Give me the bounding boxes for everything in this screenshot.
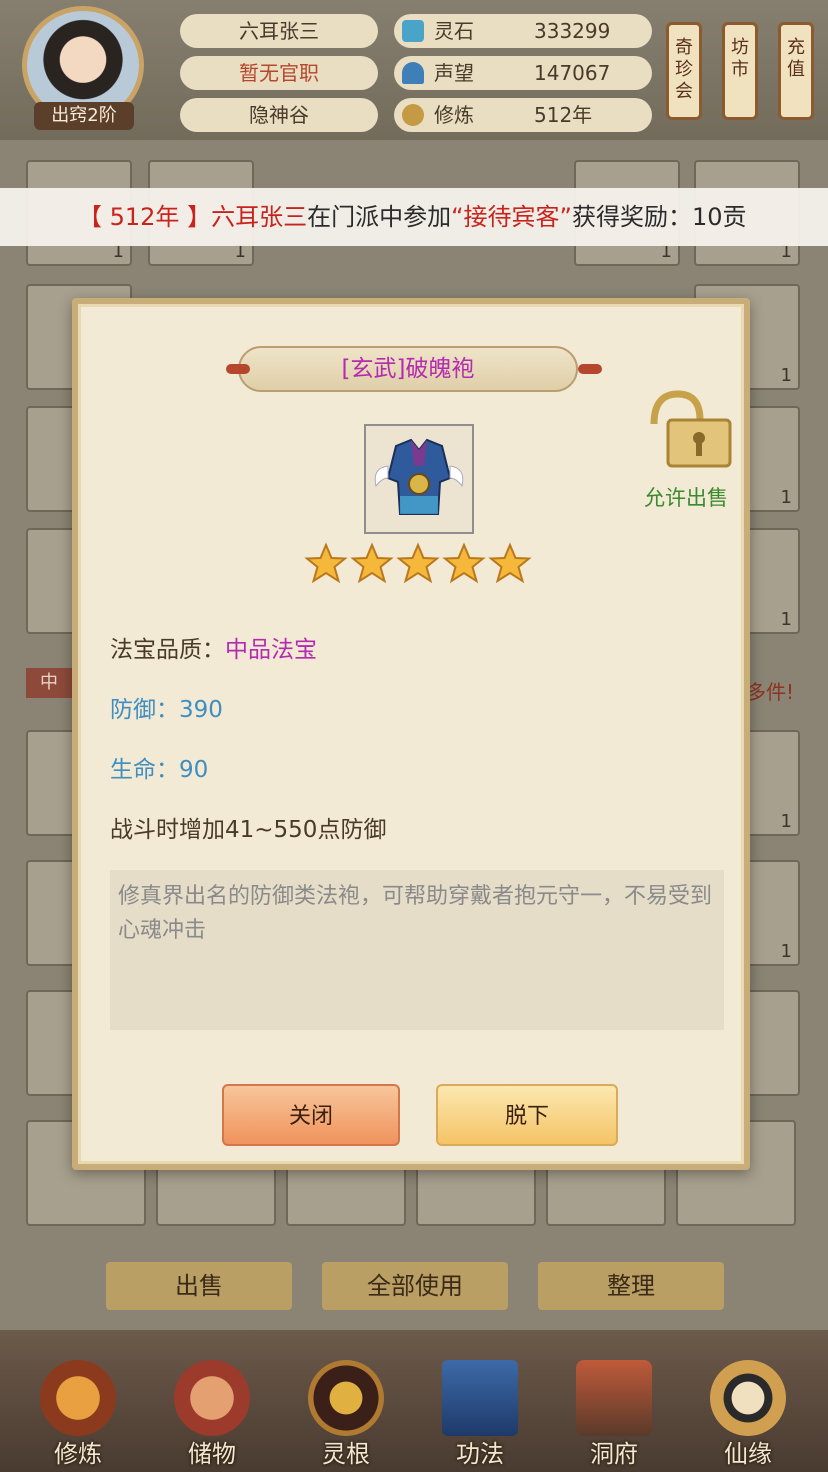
cultivation-icon [402,104,424,126]
use-all-button[interactable]: 全部使用 [322,1262,508,1310]
slot-count: 1 [780,365,792,386]
nav-spirit-root[interactable]: 灵根 [286,1330,406,1472]
nav-label: 储物 [188,1440,236,1468]
quality-line: 法宝品质：中品法宝 [110,630,317,664]
official-post: 暂无官职 [180,56,378,90]
news-marquee: 【 512年 】六耳张三在门派中参加“接待宾客”获得奖励：10贡 [0,188,828,246]
marquee-reward: 获得奖励：10贡 [571,203,747,231]
star-icon [350,542,394,584]
resource-value: 512年 [534,103,593,127]
sort-button[interactable]: 整理 [538,1262,724,1310]
item-description: 修真界出名的防御类法袍，可帮助穿戴者抱元守一，不易受到心魂冲击 [110,870,724,1030]
title-plate: [玄武]破魄袍 [238,346,578,392]
nav-cultivate[interactable]: 修炼 [18,1330,138,1472]
sell-button[interactable]: 出售 [106,1262,292,1310]
treasure-fair-button[interactable]: 奇珍会 [666,22,702,120]
quality-value: 中品法宝 [225,637,317,663]
multi-item-note: 多件! [746,680,795,704]
robe-icon [374,438,464,515]
unequip-button[interactable]: 脱下 [436,1084,618,1146]
nav-label: 修炼 [54,1440,102,1468]
resource-value: 147067 [534,61,611,85]
resource-label: 灵石 [434,19,474,43]
star-icon [442,542,486,584]
item-detail-dialog: [玄武]破魄袍 允许出售 法宝品质：中品法宝 防御：390 生命：90 战斗时增… [72,298,750,1170]
prestige-icon [402,62,424,84]
star-icon [304,542,348,584]
nav-immortal-fate[interactable]: 仙缘 [688,1330,808,1472]
technique-book-icon [442,1360,518,1436]
spirit-stone-icon [402,20,424,42]
sect-name: 隐神谷 [180,98,378,132]
nav-label: 灵根 [322,1440,370,1468]
slot-count: 1 [780,941,792,962]
battle-effect: 战斗时增加41~550点防御 [110,817,387,843]
quality-label: 法宝品质： [110,637,225,663]
title-ornament-left [226,364,250,374]
slot-count: 1 [780,487,792,508]
title-ornament-right [578,364,602,374]
category-tag: 中 [26,668,72,698]
item-title: [玄武]破魄袍 [341,356,475,382]
cultivate-icon [40,1360,116,1436]
nav-cave[interactable]: 洞府 [554,1330,674,1472]
resource-value: 333299 [534,19,611,43]
nav-technique[interactable]: 功法 [420,1330,540,1472]
star-icon [396,542,440,584]
unlock-icon[interactable] [644,390,736,470]
nav-label: 仙缘 [724,1440,772,1468]
market-button[interactable]: 坊市 [722,22,758,120]
resource-prestige: 声望 147067 [394,56,652,90]
marquee-player: 六耳张三 [211,203,308,231]
storage-bag-icon [174,1360,250,1436]
defense-stat: 防御：390 [110,697,223,723]
player-name: 六耳张三 [180,14,378,48]
nav-label: 功法 [456,1440,504,1468]
resource-label: 声望 [434,61,474,85]
star-icon [488,542,532,584]
spirit-root-icon [308,1360,384,1436]
star-rating [304,542,534,590]
item-icon-frame [364,424,474,534]
life-stat: 生命：90 [110,757,209,783]
bottom-nav: 修炼 储物 灵根 功法 洞府 仙缘 [0,1330,828,1472]
resource-label: 修炼 [434,103,474,127]
cave-dwelling-icon [576,1360,652,1436]
close-button[interactable]: 关闭 [222,1084,400,1146]
nav-label: 洞府 [590,1440,638,1468]
rank-badge: 出窍2阶 [34,102,134,130]
slot-count: 1 [780,811,792,832]
resource-cultivation: 修炼 512年 [394,98,652,132]
resource-spirit-stone: 灵石 333299 [394,14,652,48]
marquee-event: “接待宾客” [451,203,572,231]
marquee-text: 在门派中参加 [307,203,452,231]
immortal-fate-icon [710,1360,786,1436]
allow-sell-label[interactable]: 允许出售 [644,482,728,512]
recharge-button[interactable]: 充值 [778,22,814,120]
slot-count: 1 [780,609,792,630]
marquee-year: 【 512年 】 [78,203,212,231]
nav-storage[interactable]: 储物 [152,1330,272,1472]
